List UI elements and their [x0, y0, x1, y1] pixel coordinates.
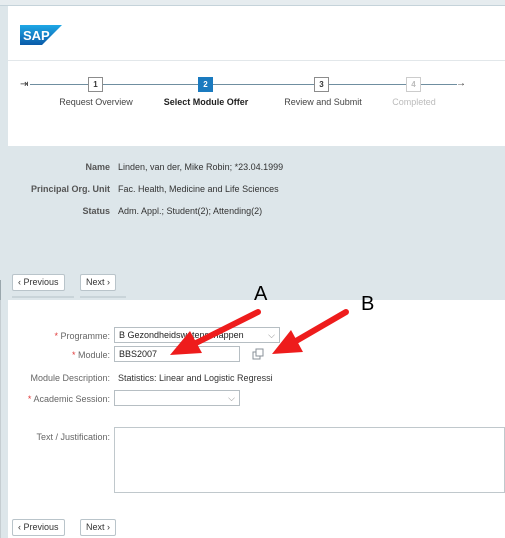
annotation-label-b: B	[361, 293, 375, 315]
annotation-arrow-b	[272, 309, 349, 354]
annotation-label-a: A	[254, 283, 268, 305]
annotation-arrow-a	[170, 309, 261, 355]
annotation-overlay	[170, 309, 349, 355]
